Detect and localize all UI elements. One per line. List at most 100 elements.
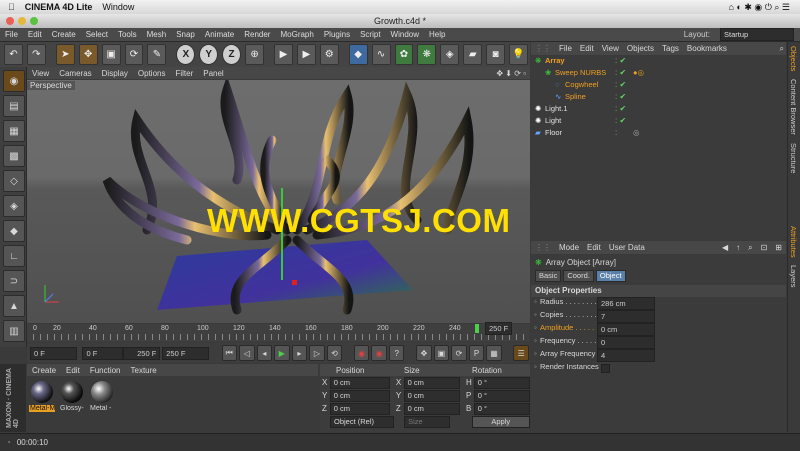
key-pla-icon[interactable]: ▦ [486,345,502,361]
apply-button[interactable]: Apply [471,416,531,428]
menu-snap[interactable]: Snap [176,30,195,39]
tab-object[interactable]: Object [595,270,626,282]
z-axis-lock-icon[interactable]: Z [222,44,242,65]
enabled-check-icon[interactable]: : ✔ [615,104,626,113]
enabled-check-icon[interactable]: : ✔ [615,56,626,65]
timeline-window-icon[interactable]: ☰ [513,345,530,361]
array-frequency-field[interactable]: 4 [597,349,655,362]
enabled-check-icon[interactable]: : ✔ [615,116,626,125]
go-to-start-icon[interactable]: ⏮ [221,345,238,361]
objects-menu-file[interactable]: File [559,44,572,53]
radius-field[interactable]: 286 cm [597,297,655,310]
previous-key-icon[interactable]: ◁ [239,345,255,361]
object-row-floor[interactable]: ▰ Floor : ◎ [531,128,786,140]
objects-search-icon[interactable]: ⌕ [780,44,784,54]
rotate-icon[interactable]: ⟳ [124,44,144,65]
timeline-track[interactable] [33,334,524,340]
tab-objects[interactable]: Objects [788,42,799,75]
checker-icon[interactable]: ▦ [3,120,25,142]
menu-help[interactable]: Help [429,30,445,39]
start-frame-field[interactable]: 0 F [30,346,77,360]
record-icon[interactable]: ◉ [353,345,370,361]
menu-mograph[interactable]: MoGraph [280,30,313,39]
material-menu-texture[interactable]: Texture [131,366,157,375]
size-x-field[interactable]: 0 cm [403,376,460,389]
visibility-dots-icon[interactable]: : [615,128,617,137]
menu-script[interactable]: Script [360,30,380,39]
render-instances-checkbox[interactable] [601,364,610,373]
redo-icon[interactable]: ↷ [26,44,46,65]
tab-attributes[interactable]: Attributes [788,222,799,262]
menu-plugins[interactable]: Plugins [324,30,350,39]
menu-render[interactable]: Render [244,30,270,39]
object-row-sweep-nurbs[interactable]: ❀ Sweep NURBS : ✔ ●◎ [531,68,786,80]
coordinate-system-icon[interactable]: ⊕ [245,44,264,65]
y-axis-lock-icon[interactable]: Y [199,44,219,65]
rotation-b-field[interactable]: 0 ° [473,402,531,415]
material-menu-create[interactable]: Create [32,366,56,375]
viewport-menu-options[interactable]: Options [138,69,166,78]
tab-coord[interactable]: Coord. [563,270,594,282]
attributes-menu-edit[interactable]: Edit [587,243,601,252]
end-marker[interactable] [475,324,479,333]
rotation-h-field[interactable]: 0 ° [473,376,531,389]
key-position-icon[interactable]: ✥ [416,345,432,361]
nav-up-icon[interactable]: ↑ [736,243,740,252]
viewport-menu-filter[interactable]: Filter [175,69,193,78]
size-z-field[interactable]: 0 cm [403,402,460,415]
menu-animate[interactable]: Animate [205,30,234,39]
material-tag-icon[interactable]: ◎ [633,128,640,137]
lock-icon[interactable]: ⊡ [761,243,768,252]
timeline-end-field[interactable]: 250 F [485,322,513,335]
next-frame-icon[interactable]: ▸ [291,345,308,361]
layout-select[interactable]: Startup [720,28,794,41]
objects-menu-objects[interactable]: Objects [627,44,654,53]
tab-content-browser[interactable]: Content Browser [788,75,799,139]
nav-back-icon[interactable]: ◀ [722,243,728,252]
viewport-menu-display[interactable]: Display [102,69,128,78]
render-picture-viewer-icon[interactable]: ▶ [296,44,316,65]
edges-mode-icon[interactable]: ◈ [3,195,25,217]
keyframe-selection-icon[interactable]: ? [388,345,405,361]
grid-icon[interactable]: ▥ [3,320,25,342]
object-row-array[interactable]: ❋ Array : ✔ [531,56,786,68]
move-icon[interactable]: ✥ [78,44,98,65]
position-y-field[interactable]: 0 cm [329,389,390,402]
menu-create[interactable]: Create [52,30,76,39]
menu-edit[interactable]: Edit [28,30,42,39]
key-scale-icon[interactable]: ▣ [433,345,450,361]
tab-basic[interactable]: Basic [535,270,562,282]
cube-icon[interactable]: ◆ [348,44,368,65]
key-rotation-icon[interactable]: ⟳ [451,345,467,361]
end-frame-field[interactable]: 250 F [162,346,209,360]
workplane-icon[interactable]: ▩ [3,145,25,167]
key-parameter-icon[interactable]: P [468,345,485,361]
attributes-menu-mode[interactable]: Mode [559,243,579,252]
close-window-button[interactable] [6,17,14,25]
camera-icon[interactable]: ◙ [486,44,506,65]
copies-field[interactable]: 7 [597,310,655,323]
objects-menu-edit[interactable]: Edit [580,44,594,53]
recent-tool-icon[interactable]: ✎ [147,44,167,65]
enabled-check-icon[interactable]: : ✔ [615,92,626,101]
window-menu[interactable]: Window [102,2,134,12]
position-z-field[interactable]: 0 cm [329,402,390,415]
material-tag-icon[interactable]: ●◎ [633,68,644,77]
model-mode-icon[interactable]: ◉ [3,70,25,92]
tab-layers[interactable]: Layers [788,261,799,292]
axis-mode-icon[interactable]: ∟ [3,245,25,267]
size-y-field[interactable]: 0 cm [403,389,460,402]
lock-icon[interactable]: ▲ [3,295,25,317]
zoom-window-button[interactable] [30,17,38,25]
objects-menu-tags[interactable]: Tags [662,44,679,53]
enabled-check-icon[interactable]: : ✔ [615,68,626,77]
render-settings-icon[interactable]: ⚙ [319,44,339,65]
menu-window[interactable]: Window [391,30,419,39]
tab-structure[interactable]: Structure [788,139,799,177]
menu-tools[interactable]: Tools [118,30,137,39]
current-frame-field[interactable]: 0 F [82,346,124,360]
viewport-menu-cameras[interactable]: Cameras [59,69,91,78]
preview-max-field[interactable]: 250 F [123,346,161,360]
3d-viewport[interactable]: Perspective WWW.CGTSJ.COM [27,80,530,323]
amplitude-field[interactable]: 0 cm [597,323,655,336]
